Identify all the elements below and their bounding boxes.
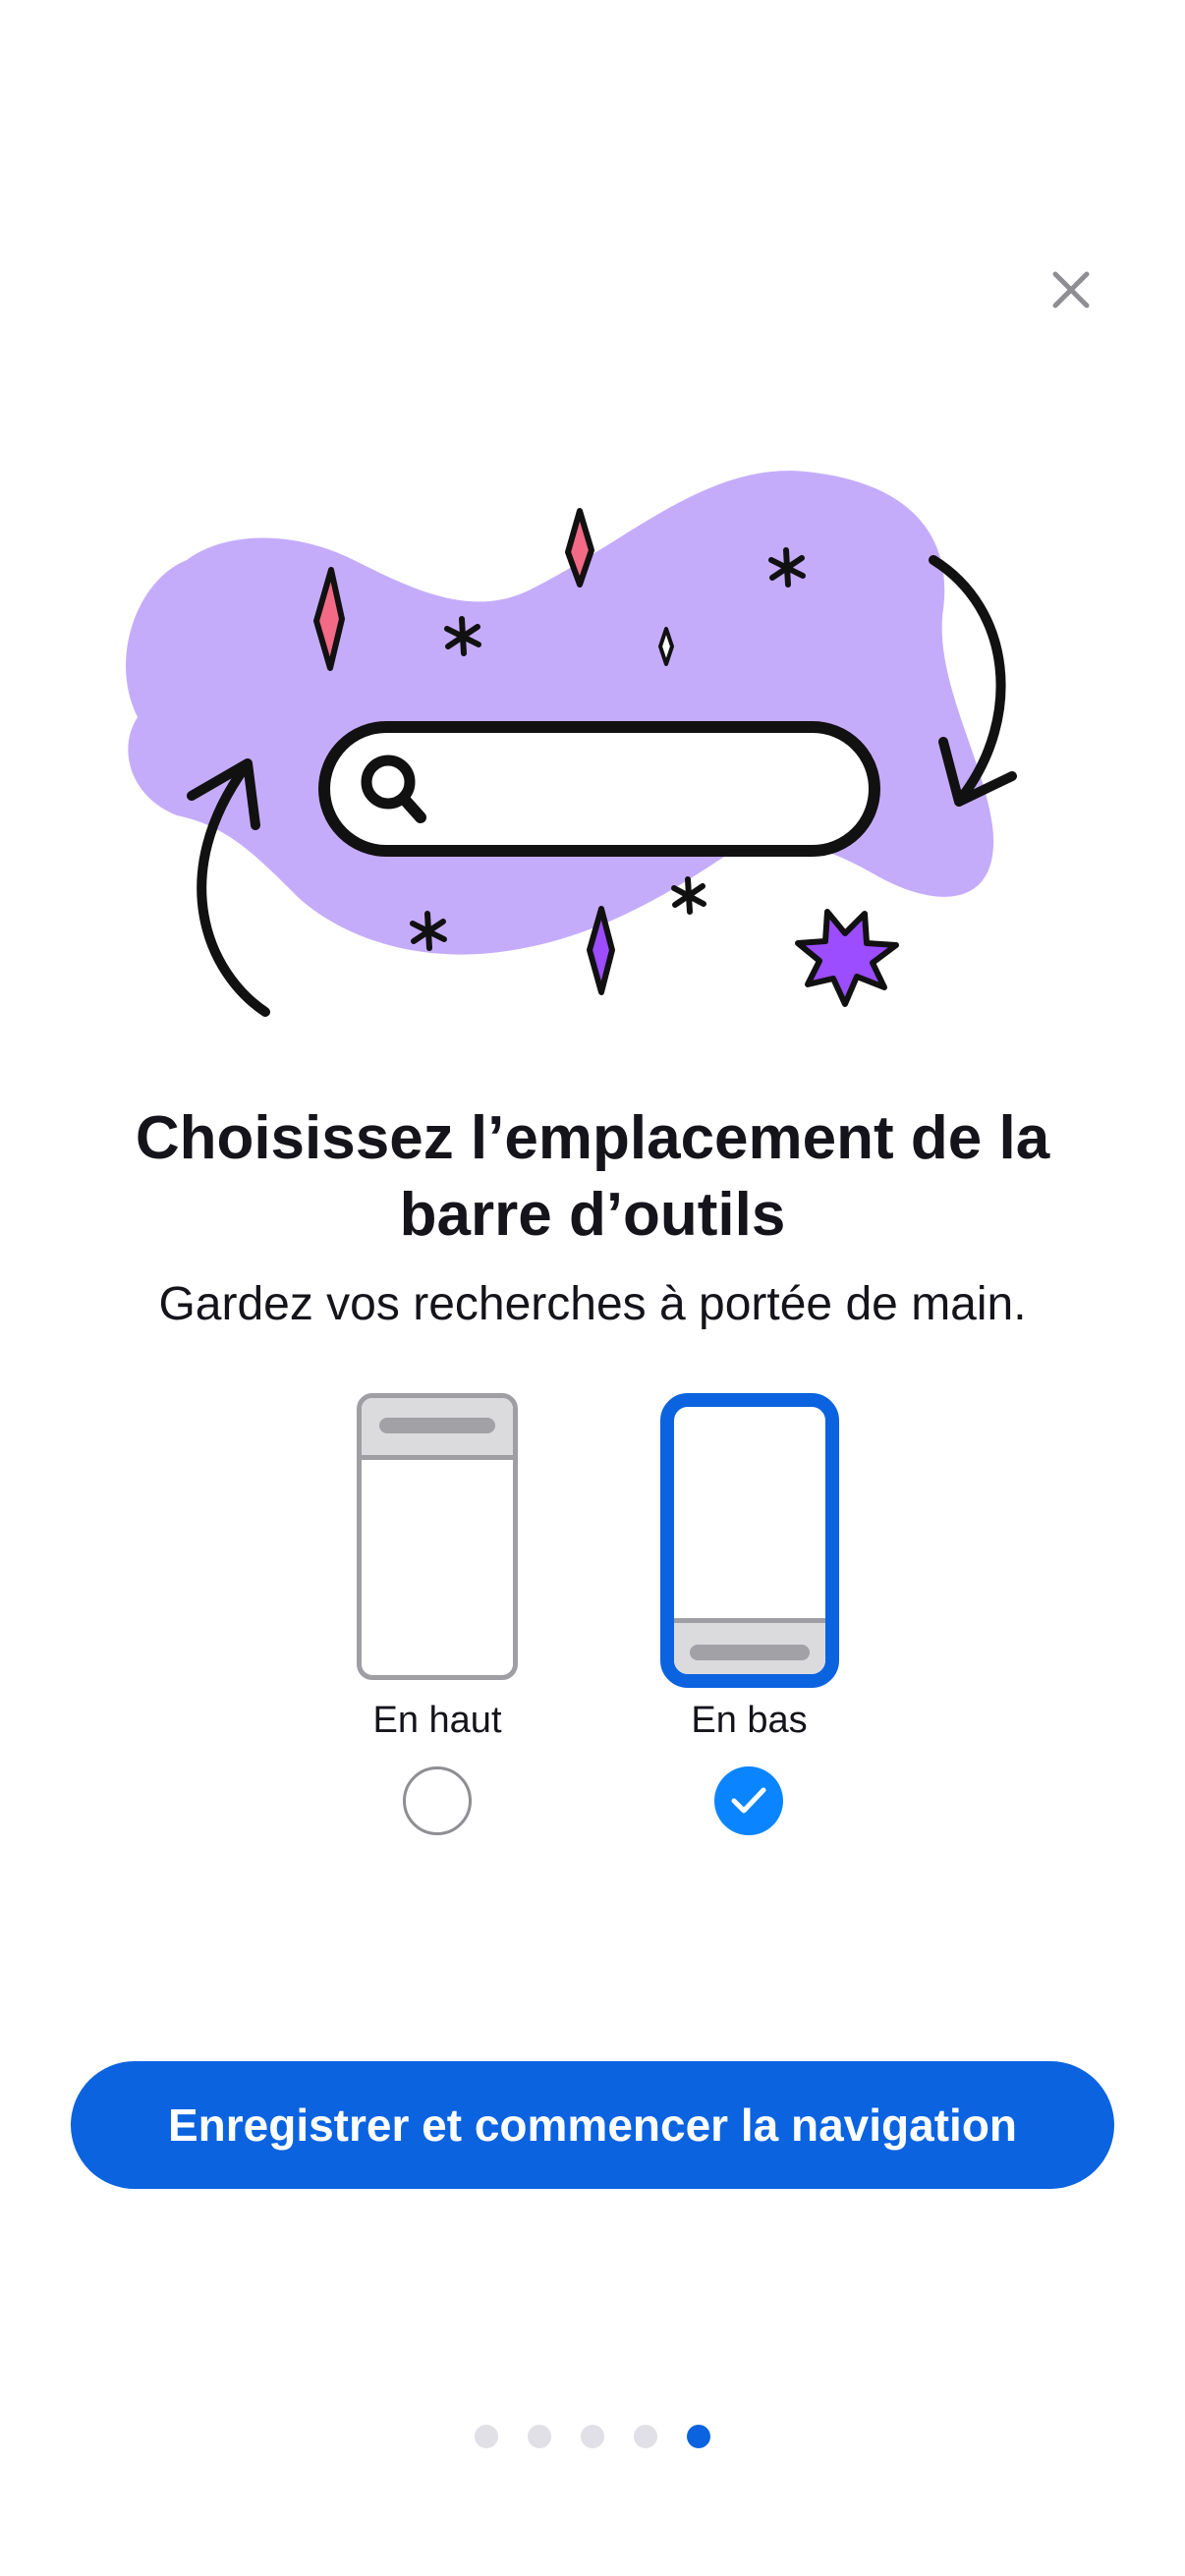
- page-title: Choisissez l’emplacement de la barre d’o…: [135, 1104, 1050, 1249]
- radio-top[interactable]: [403, 1766, 472, 1835]
- toolbar-illustration: [126, 471, 1017, 1017]
- page-dot[interactable]: [634, 2425, 657, 2448]
- radio-bottom[interactable]: [714, 1766, 783, 1835]
- phone-top-toolbar-icon: [357, 1393, 518, 1680]
- close-icon: [1052, 271, 1090, 308]
- burst-icon: [795, 909, 899, 1007]
- close-button[interactable]: [1032, 251, 1110, 329]
- toolbar-option-top-label: En haut: [372, 1700, 502, 1741]
- toolbar-preview: [362, 1398, 513, 1460]
- page-indicator: [0, 2425, 1185, 2448]
- toolbar-option-top[interactable]: En haut: [324, 1385, 550, 1847]
- toolbar-preview-pill: [379, 1418, 495, 1433]
- checkmark-icon: [731, 1787, 766, 1814]
- toolbar-preview-pill: [690, 1645, 810, 1660]
- toolbar-option-bottom[interactable]: En bas: [634, 1385, 865, 1847]
- page-dot[interactable]: [528, 2425, 551, 2448]
- save-and-start-button[interactable]: Enregistrer et commencer la navigation: [71, 2061, 1114, 2189]
- phone-bottom-toolbar-icon: [660, 1393, 839, 1688]
- toolbar-preview: [674, 1618, 825, 1674]
- page-dot-active[interactable]: [687, 2425, 710, 2448]
- illustration-blob: [126, 471, 994, 955]
- toolbar-option-bottom-label: En bas: [691, 1700, 808, 1741]
- page-dot[interactable]: [581, 2425, 604, 2448]
- page-subtitle: Gardez vos recherches à portée de main.: [158, 1278, 1027, 1330]
- page-dot[interactable]: [475, 2425, 498, 2448]
